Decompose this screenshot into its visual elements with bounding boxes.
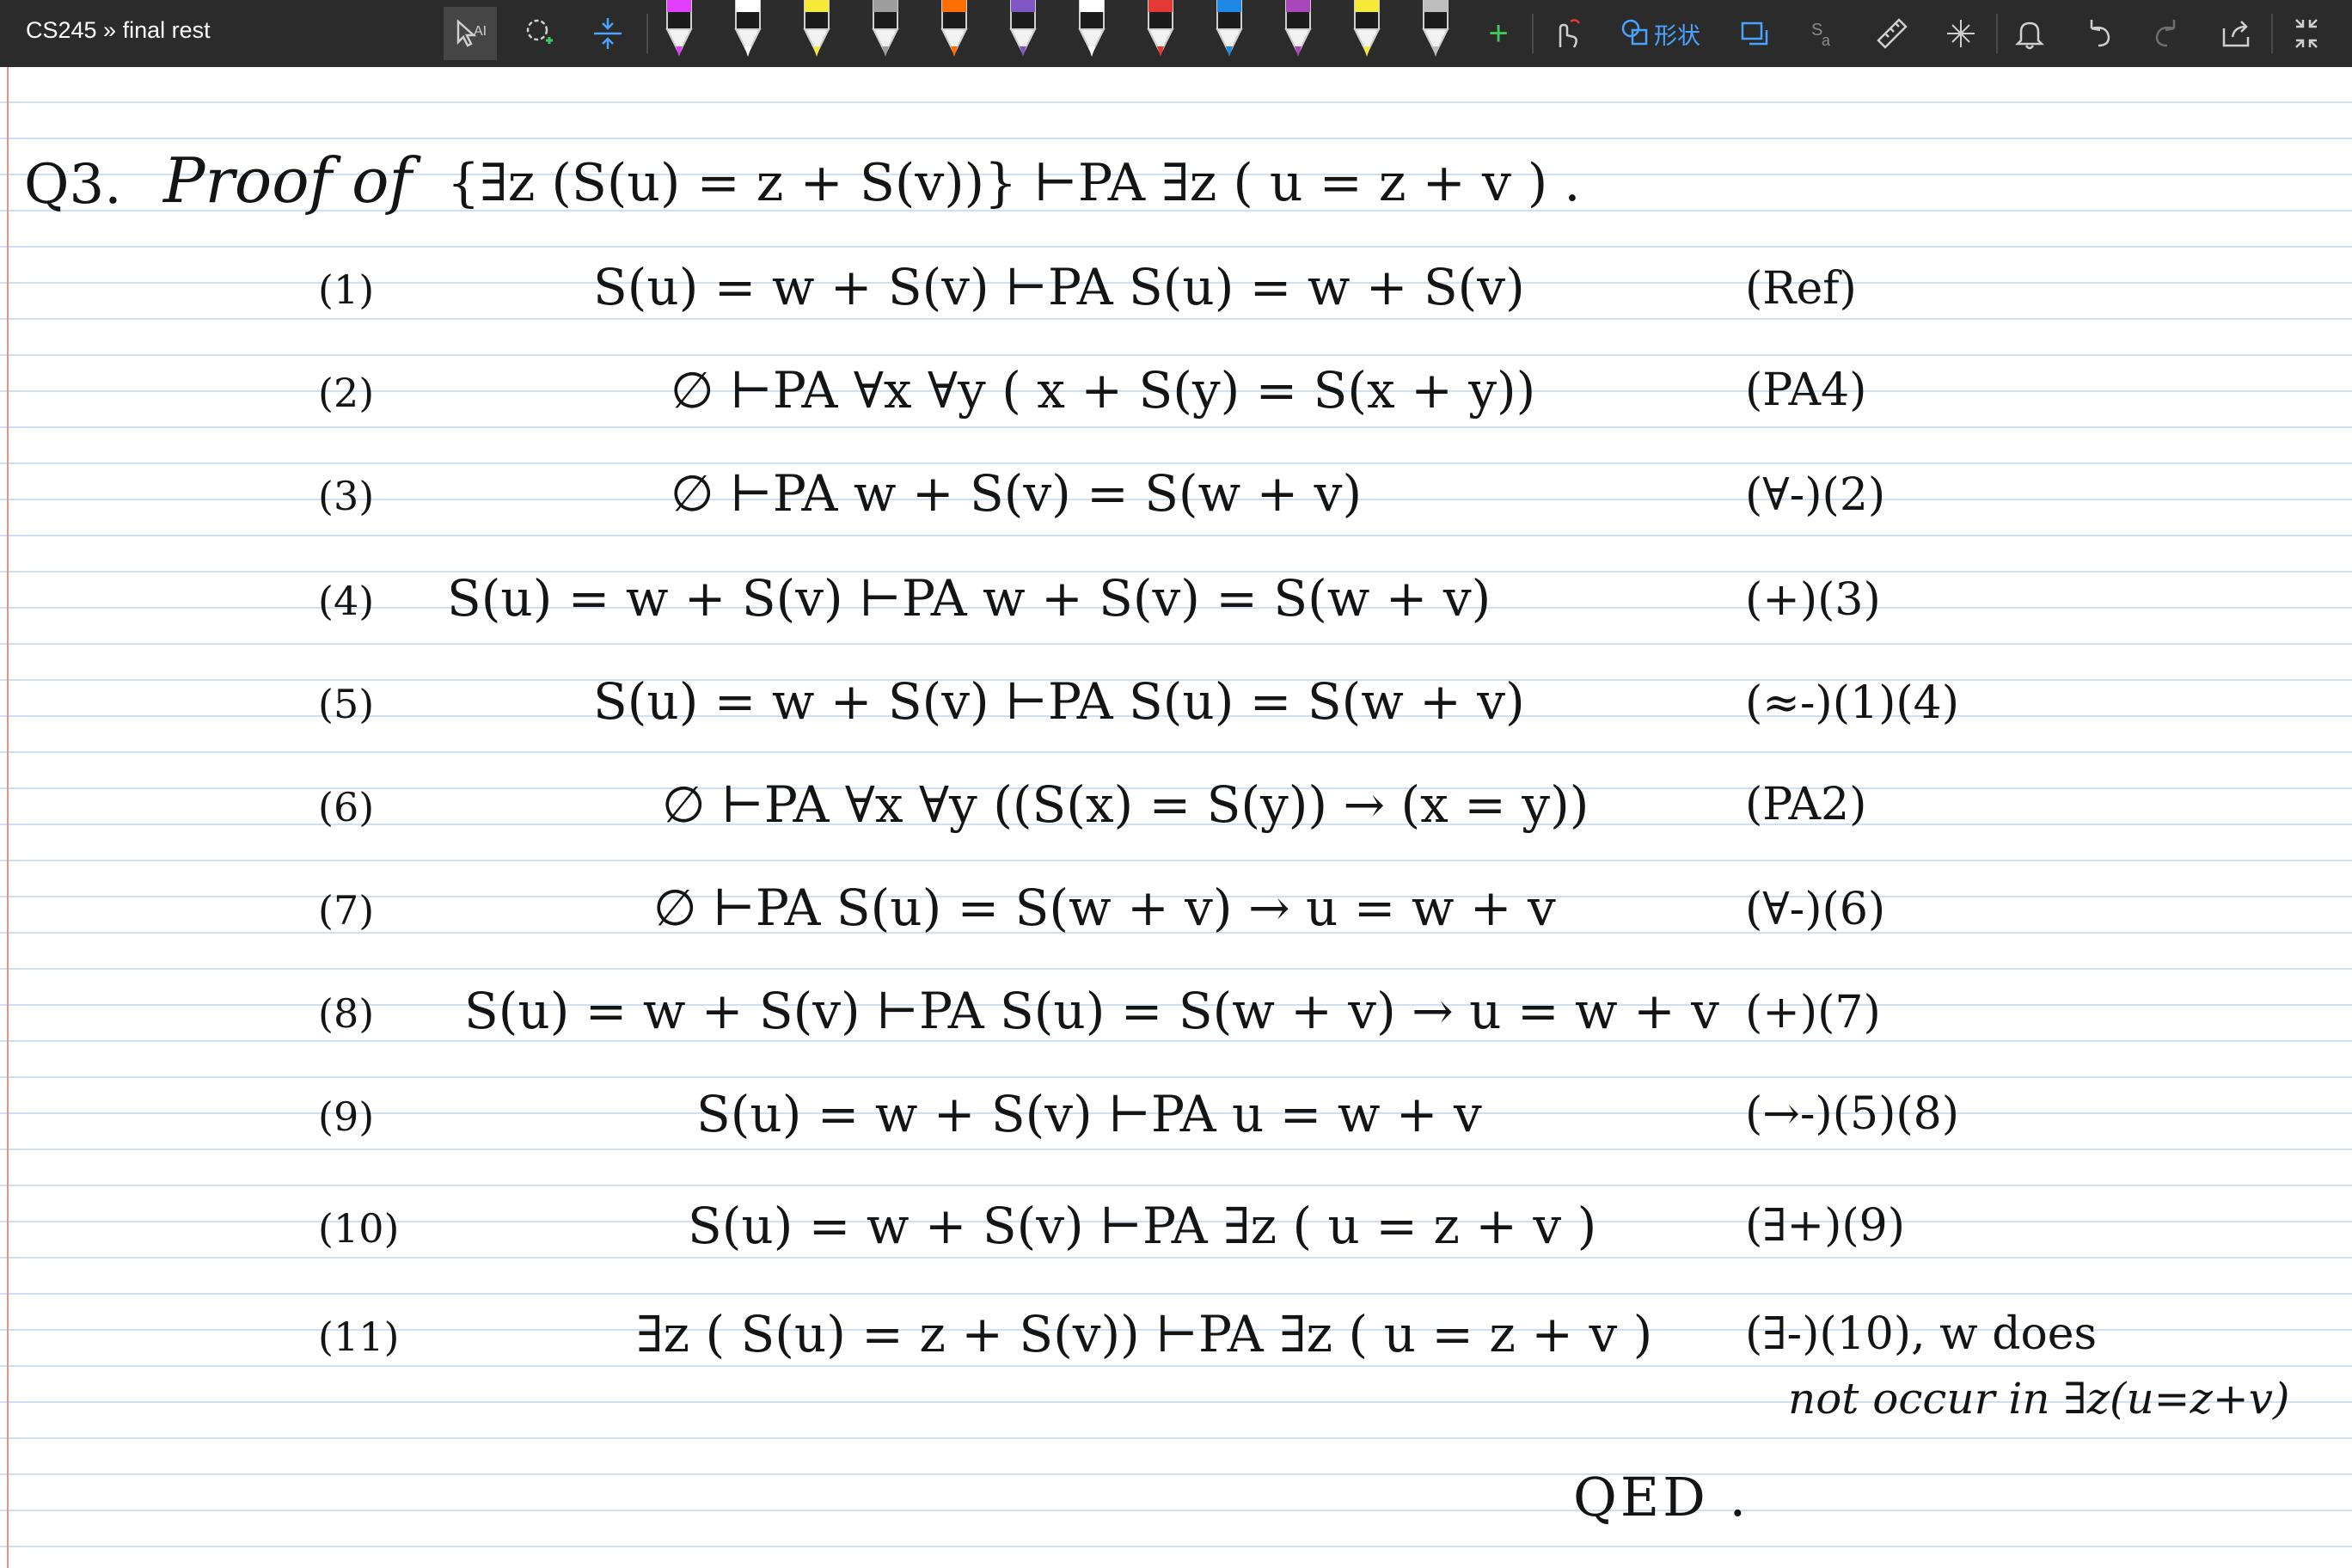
proof-line-expr: ∅ ⊢PA ∀x ∀y ((S(x) = S(y)) → (x = y)) xyxy=(662,775,1589,834)
breadcrumb[interactable]: CS245 » final rest xyxy=(26,17,211,44)
touch-writing-icon[interactable] xyxy=(1539,7,1592,60)
line-number: (2) xyxy=(318,370,375,416)
line-number: (10) xyxy=(318,1205,400,1252)
proof-line-expr: S(u) = w + S(v) ⊢PA S(u) = w + S(v) xyxy=(593,258,1525,316)
svg-text:AI: AI xyxy=(474,24,487,39)
proof-heading: Proof of xyxy=(163,144,413,217)
proof-line-rule: (∃-)(10), w does xyxy=(1745,1308,2098,1360)
line-number: (11) xyxy=(318,1314,400,1360)
proof-line-expr: ∅ ⊢PA w + S(v) = S(w + v) xyxy=(671,464,1363,523)
proof-line-rule: (PA4) xyxy=(1745,364,1867,416)
pen-8-icon[interactable] xyxy=(1143,0,1178,62)
proof-line-expr: ∅ ⊢PA ∀x ∀y ( x + S(y) = S(x + y)) xyxy=(671,361,1536,420)
line-number: (9) xyxy=(318,1093,375,1140)
page-margin-line xyxy=(7,67,9,1568)
pen-9-icon[interactable] xyxy=(1212,0,1246,62)
proof-line-rule: (+)(7) xyxy=(1745,987,1881,1038)
pen-11-icon[interactable] xyxy=(1350,0,1384,62)
qed-mark: QED . xyxy=(1573,1466,1750,1528)
proof-line-expr: S(u) = w + S(v) ⊢PA S(u) = S(w + v) xyxy=(593,672,1525,731)
undo-icon[interactable] xyxy=(2072,7,2125,60)
proof-line-rule: (+)(3) xyxy=(1745,574,1881,626)
line-number: (6) xyxy=(318,784,375,830)
proof-line-expr: ∅ ⊢PA S(u) = S(w + v) → u = w + v xyxy=(653,879,1556,937)
proof-line-expr: S(u) = w + S(v) ⊢PA u = w + v xyxy=(696,1085,1482,1143)
pen-10-icon[interactable] xyxy=(1281,0,1315,62)
pen-6-icon[interactable] xyxy=(1006,0,1040,62)
proof-line-expr: S(u) = w + S(v) ⊢PA w + S(v) = S(w + v) xyxy=(447,569,1491,628)
pen-7-icon[interactable] xyxy=(1075,0,1109,62)
notification-icon[interactable] xyxy=(2003,7,2056,60)
pen-3-icon[interactable] xyxy=(799,0,834,62)
line-number: (5) xyxy=(318,681,375,727)
line-number: (4) xyxy=(318,578,375,624)
ink-to-shape-icon[interactable] xyxy=(1728,7,1781,60)
pen-2-icon[interactable] xyxy=(731,0,765,62)
line-number: (8) xyxy=(318,990,375,1037)
line-number: (3) xyxy=(318,473,375,519)
share-icon[interactable] xyxy=(2209,7,2263,60)
add-space-icon[interactable] xyxy=(581,7,634,60)
svg-text:a: a xyxy=(1822,32,1831,49)
lasso-select-icon[interactable] xyxy=(512,7,566,60)
add-pen-icon[interactable]: + xyxy=(1472,7,1525,60)
proof-line-rule: (PA2) xyxy=(1745,779,1867,830)
line-number: (7) xyxy=(318,887,375,934)
proof-statement: {∃z (S(u) = z + S(v))} ⊢PA ∃z ( u = z + … xyxy=(447,153,1581,213)
pen-12-icon[interactable] xyxy=(1418,0,1453,62)
fullscreen-icon[interactable] xyxy=(2280,7,2333,60)
toolbar: CS245 » final rest AI + 形状 Sa xyxy=(0,0,2352,67)
proof-line-expr: ∃z ( S(u) = z + S(v)) ⊢PA ∃z ( u = z + v… xyxy=(636,1305,1653,1363)
pen-5-icon[interactable] xyxy=(937,0,971,62)
pen-1-icon[interactable] xyxy=(662,0,696,62)
ruler-tool-icon[interactable] xyxy=(1865,7,1919,60)
protractor-icon[interactable] xyxy=(1934,7,1988,60)
proof-line-expr: S(u) = w + S(v) ⊢PA ∃z ( u = z + v ) xyxy=(688,1197,1597,1255)
proof-line-expr: S(u) = w + S(v) ⊢PA S(u) = S(w + v) → u … xyxy=(464,982,1719,1040)
ink-to-math-icon[interactable]: Sa xyxy=(1797,7,1850,60)
proof-line-rule: (∃+)(9) xyxy=(1745,1200,1906,1252)
redo-icon[interactable] xyxy=(2141,7,2194,60)
proof-side-note: not occur in ∃z(u=z+v) xyxy=(1788,1374,2290,1424)
line-number: (1) xyxy=(318,266,375,313)
proof-line-rule: (≈-)(1)(4) xyxy=(1745,677,1960,729)
proof-line-rule: (Ref) xyxy=(1745,263,1857,315)
proof-line-rule: (→-)(5)(8) xyxy=(1745,1088,1960,1140)
proof-line-rule: (∀-)(6) xyxy=(1745,884,1886,935)
proof-line-rule: (∀-)(2) xyxy=(1745,469,1886,521)
question-number: Q3. xyxy=(24,153,122,217)
pen-4-icon[interactable] xyxy=(868,0,903,62)
text-select-icon[interactable]: AI xyxy=(444,7,497,60)
shape-label[interactable]: 形状 xyxy=(1654,17,1700,51)
